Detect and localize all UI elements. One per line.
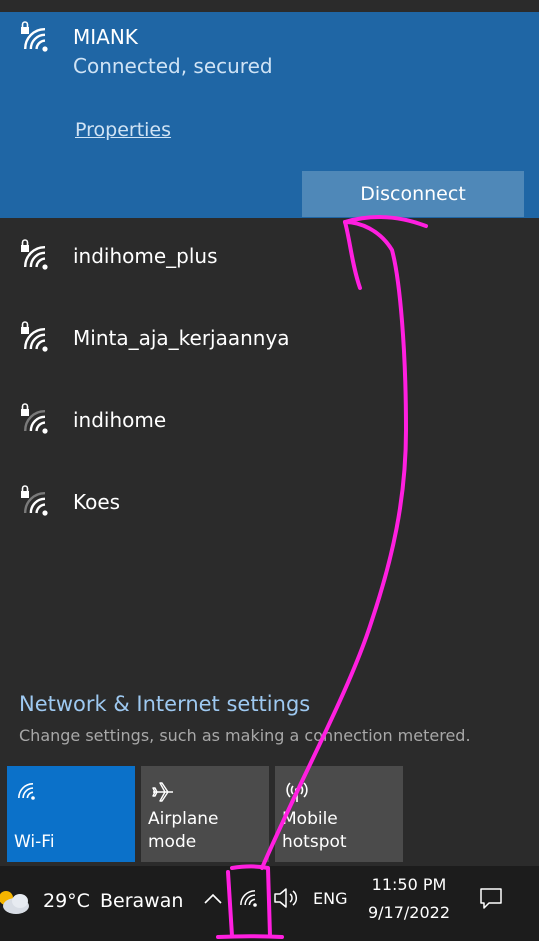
network-flyout: MIANK Connected, secured Properties Disc… xyxy=(0,0,539,866)
wifi-secured-icon xyxy=(18,320,58,360)
taskbar: 29°C Berawan ENG 11:50 PM 9/17/2022 xyxy=(0,866,539,941)
wifi-icon xyxy=(17,780,41,804)
network-name: indihome_plus xyxy=(73,244,218,268)
wifi-tile-label: Wi-Fi xyxy=(14,832,55,852)
network-list-item[interactable]: Koes xyxy=(0,464,539,546)
airplane-mode-tile[interactable]: Airplane mode xyxy=(141,766,269,862)
flyout-top-edge xyxy=(0,0,539,12)
connected-network-item[interactable]: MIANK Connected, secured Properties Disc… xyxy=(0,12,539,218)
network-name: Koes xyxy=(73,490,121,514)
clock-time[interactable]: 11:50 PM xyxy=(361,875,457,894)
clock-date[interactable]: 9/17/2022 xyxy=(361,903,457,922)
wifi-secured-icon xyxy=(18,20,58,60)
hotspot-tile-label: Mobile hotspot xyxy=(282,809,347,852)
weather-description[interactable]: Berawan xyxy=(100,890,183,912)
wifi-secured-icon xyxy=(18,238,58,278)
properties-link[interactable]: Properties xyxy=(75,119,171,141)
connected-network-status: Connected, secured xyxy=(73,54,273,78)
network-name: indihome xyxy=(73,408,167,432)
wifi-weak-secured-icon xyxy=(18,402,58,442)
wifi-toggle-tile[interactable]: Wi-Fi xyxy=(7,766,135,862)
volume-icon[interactable] xyxy=(272,884,300,912)
disconnect-button[interactable]: Disconnect xyxy=(302,171,524,217)
network-list-item[interactable]: indihome_plus xyxy=(0,218,539,300)
input-language[interactable]: ENG xyxy=(313,889,347,908)
action-center-icon[interactable] xyxy=(478,885,504,911)
network-settings-link[interactable]: Network & Internet settings xyxy=(19,692,310,716)
hotspot-icon xyxy=(285,780,309,804)
network-settings-description: Change settings, such as making a connec… xyxy=(19,726,471,745)
mobile-hotspot-tile[interactable]: Mobile hotspot xyxy=(275,766,403,862)
network-list-item[interactable]: Minta_aja_kerjaannya xyxy=(0,300,539,382)
network-list-item[interactable]: indihome xyxy=(0,382,539,464)
airplane-tile-label: Airplane mode xyxy=(148,809,219,852)
wifi-weak-secured-icon xyxy=(18,484,58,524)
airplane-icon xyxy=(151,780,175,804)
network-tray-icon[interactable] xyxy=(236,884,264,912)
connected-network-name: MIANK xyxy=(73,25,138,49)
partly-cloudy-icon[interactable] xyxy=(0,880,32,920)
weather-temperature[interactable]: 29°C xyxy=(43,890,90,912)
network-name: Minta_aja_kerjaannya xyxy=(73,326,290,350)
chevron-up-icon[interactable] xyxy=(202,888,224,910)
